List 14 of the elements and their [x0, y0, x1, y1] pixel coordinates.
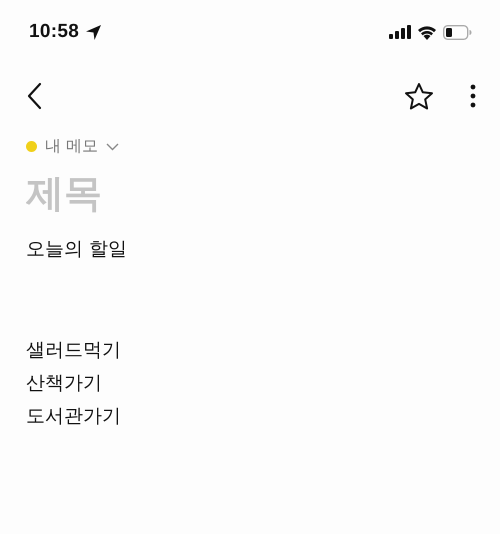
back-button[interactable]	[26, 82, 42, 110]
note-text-line: 도서관가기	[26, 404, 121, 429]
status-time: 10:58	[29, 21, 80, 43]
note-text-line: 오늘의 할일	[26, 237, 128, 262]
note-text-line: 샐러드먹기	[26, 338, 121, 363]
battery-icon	[443, 24, 472, 40]
signal-icon	[389, 25, 411, 39]
note-text-line: 산책가기	[26, 371, 102, 396]
favorite-star-button[interactable]	[404, 82, 434, 110]
more-menu-button[interactable]	[470, 84, 476, 108]
wifi-icon	[417, 24, 437, 40]
folder-selector[interactable]: 내 메모	[26, 136, 120, 157]
location-arrow-icon	[85, 24, 102, 40]
chevron-down-icon	[106, 142, 120, 150]
